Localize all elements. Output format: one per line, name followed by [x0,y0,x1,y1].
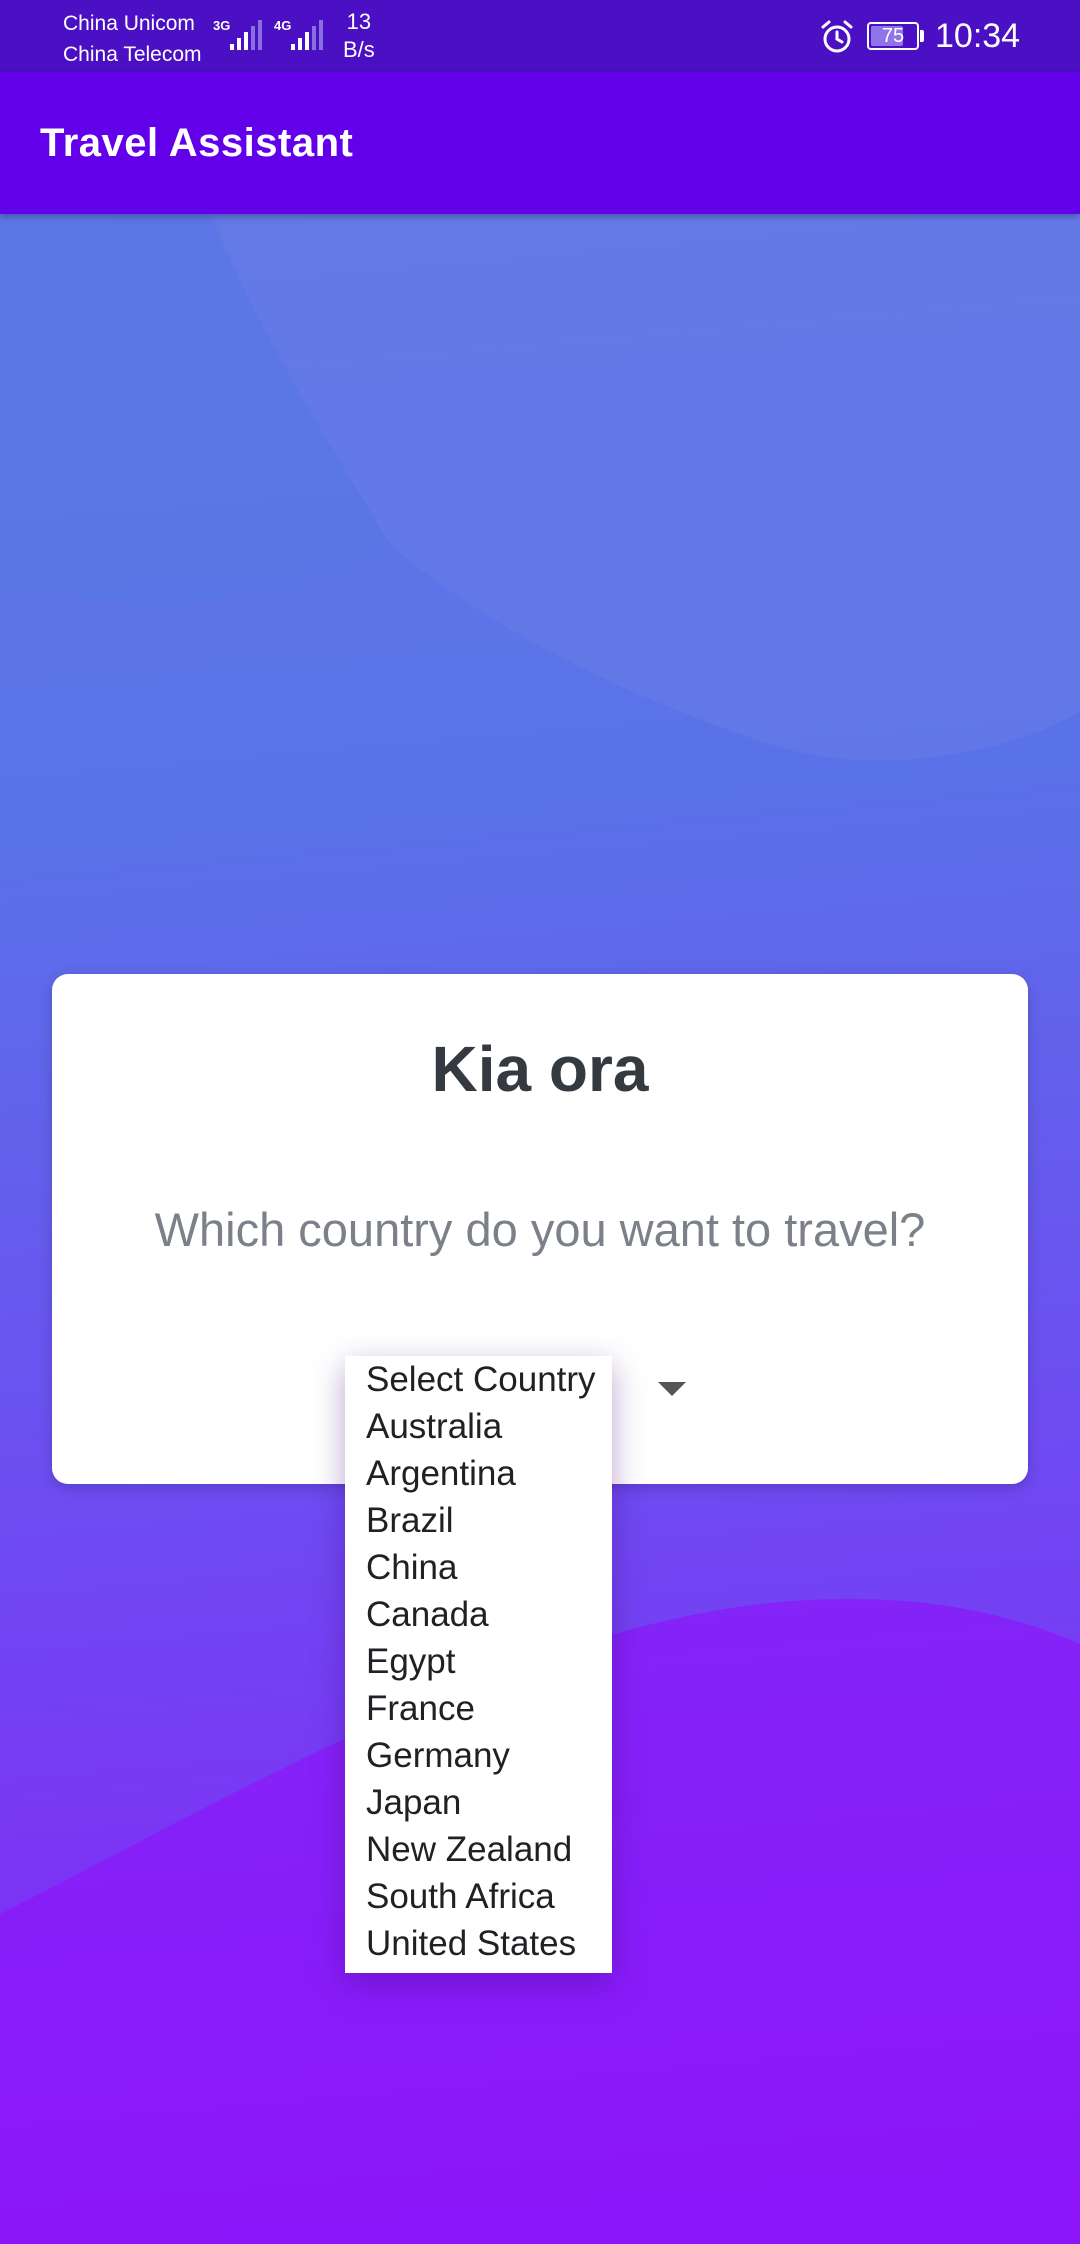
dropdown-option[interactable]: Australia [345,1403,612,1450]
network-speed: 13 B/s [343,8,375,64]
dropdown-option[interactable]: Egypt [345,1638,612,1685]
status-bar: China Unicom China Telecom 3G 4G 13 B/s … [0,0,1080,72]
battery-icon: 75 [867,22,919,50]
signal-icon [230,20,262,50]
dropdown-option[interactable]: United States [345,1920,612,1967]
travel-question: Which country do you want to travel? [154,1203,926,1256]
app-title: Travel Assistant [40,121,354,165]
dropdown-option[interactable]: Argentina [345,1450,612,1497]
dropdown-option[interactable]: Germany [345,1732,612,1779]
alarm-icon [821,20,853,53]
country-dropdown-list[interactable]: Select Country Australia Argentina Brazil Ch… [345,1356,612,1973]
network-speed-value: 13 [346,9,372,34]
carrier-2: China Telecom [63,43,202,66]
dropdown-option[interactable]: Brazil [345,1497,612,1544]
battery-tip [920,30,924,42]
carrier-names: China Unicom China Telecom [63,8,202,70]
dropdown-option[interactable]: France [345,1685,612,1732]
battery-percent: 75 [881,25,905,47]
dropdown-option[interactable]: South Africa [345,1873,612,1920]
network-type-2: 4G [274,18,292,33]
clock: 10:34 [935,17,1021,55]
dropdown-option-placeholder[interactable]: Select Country [345,1356,612,1403]
network-type-1: 3G [213,18,231,33]
greeting-heading: Kia ora [431,1033,649,1105]
carrier-1: China Unicom [63,12,195,35]
dropdown-arrow-icon[interactable] [658,1382,686,1396]
network-speed-unit: B/s [343,37,375,62]
dropdown-option[interactable]: China [345,1544,612,1591]
app-bar: Travel Assistant [0,72,1080,214]
dropdown-option[interactable]: Japan [345,1779,612,1826]
dropdown-option[interactable]: Canada [345,1591,612,1638]
signal-icon [291,20,323,50]
dropdown-option[interactable]: New Zealand [345,1826,612,1873]
